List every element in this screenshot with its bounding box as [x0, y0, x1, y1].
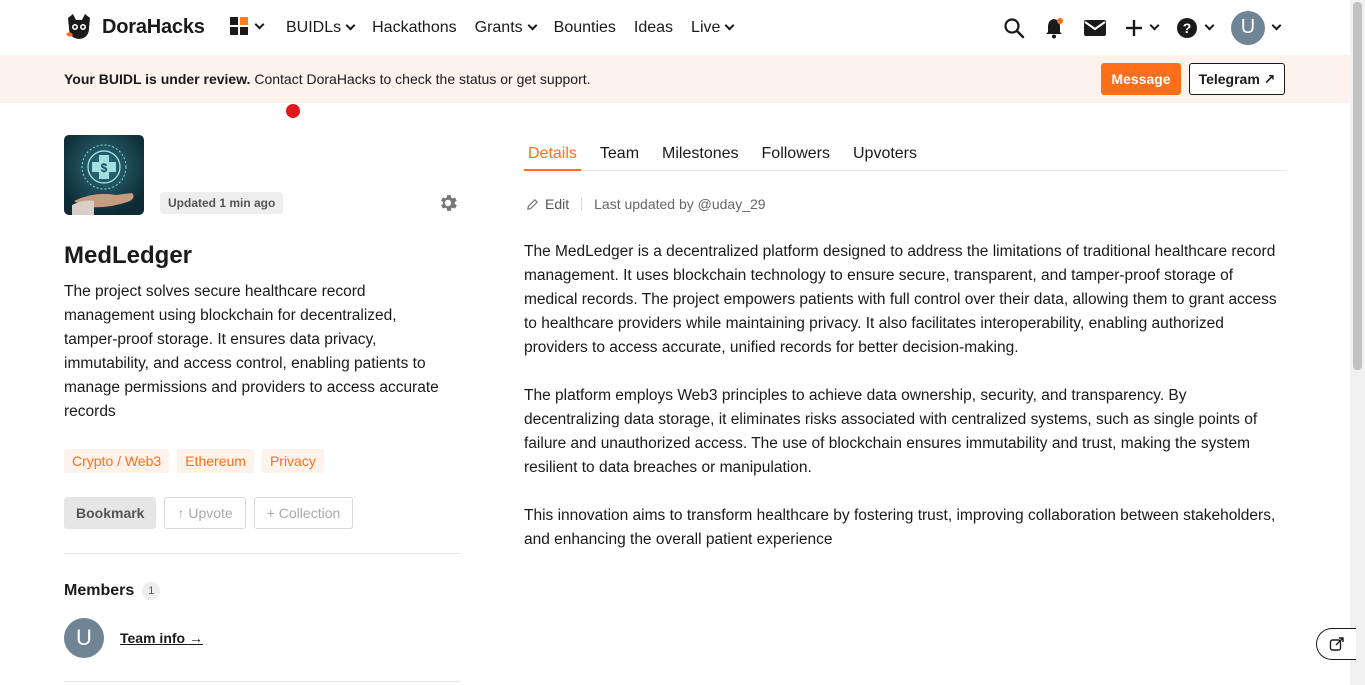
nav-link-label: Ideas: [633, 18, 674, 36]
tab-milestones[interactable]: Milestones: [658, 135, 742, 171]
dorahacks-logo[interactable]: DoraHacks: [64, 12, 205, 42]
project-logo-icon: $: [64, 135, 144, 215]
tag-list: Crypto / Web3 Ethereum Privacy: [64, 449, 460, 473]
upvote-button[interactable]: ↑ Upvote: [164, 497, 246, 529]
edit-button[interactable]: Edit: [526, 196, 569, 212]
divider: [64, 681, 460, 682]
details-paragraph: The MedLedger is a decentralized platfor…: [524, 243, 1277, 356]
project-title: MedLedger: [64, 242, 193, 269]
nav-ideas[interactable]: Ideas: [634, 19, 673, 37]
gear-icon[interactable]: [437, 192, 459, 214]
banner-bold: Your BUIDL is under review.: [64, 71, 251, 87]
divider: [581, 197, 583, 211]
project-sidebar: $ Updated 1 min ago MedLedger The projec…: [64, 135, 460, 658]
tag-crypto-web3[interactable]: Crypto / Web3: [64, 449, 170, 473]
nav-buidls[interactable]: BUIDLs: [286, 18, 356, 37]
message-button[interactable]: Message: [1101, 63, 1181, 95]
edit-label: Edit: [545, 196, 570, 212]
banner-text: Your BUIDL is under review. Contact Dora…: [64, 71, 591, 87]
nav-actions: ? U: [1003, 0, 1282, 55]
review-banner: Your BUIDL is under review. Contact Dora…: [0, 55, 1350, 103]
nav-link-label: Bounties: [553, 18, 616, 36]
nav-grants[interactable]: Grants: [474, 18, 538, 37]
tag-privacy[interactable]: Privacy: [261, 449, 324, 473]
brand-name: DoraHacks: [102, 15, 205, 38]
help-menu-button[interactable]: ?: [1176, 17, 1215, 39]
chevron-down-icon: [254, 19, 265, 29]
tab-upvoters[interactable]: Upvoters: [849, 135, 921, 171]
notifications-button[interactable]: [1043, 17, 1065, 39]
project-image: $: [64, 135, 144, 215]
apps-menu-button[interactable]: [230, 17, 265, 35]
details-content: The MedLedger is a decentralized platfor…: [524, 240, 1286, 576]
details-paragraph: This innovation aims to transform health…: [524, 507, 1276, 548]
bookmark-button[interactable]: Bookmark: [64, 497, 157, 529]
messages-button[interactable]: [1083, 17, 1107, 39]
chevron-down-icon: [345, 20, 356, 31]
last-updated-text: Last updated by @uday_29: [594, 196, 766, 212]
divider: [64, 553, 460, 554]
details-paragraph: The platform employs Web3 principles to …: [524, 387, 1258, 476]
telegram-button[interactable]: Telegram ↗: [1189, 63, 1285, 95]
nav-bounties[interactable]: Bounties: [554, 19, 616, 37]
edit-row: Edit Last updated by @uday_29: [526, 196, 766, 212]
scrollbar-thumb[interactable]: [1353, 2, 1362, 370]
create-menu-button[interactable]: [1125, 19, 1160, 37]
project-tabs: Details Team Milestones Followers Upvote…: [524, 135, 1286, 171]
chevron-down-icon: [1204, 20, 1215, 31]
recording-indicator: [286, 104, 300, 118]
nav-link-label: Grants: [474, 18, 523, 36]
add-collection-button[interactable]: + Collection: [253, 497, 354, 529]
share-icon: [1329, 637, 1344, 651]
logo-mark-icon: [66, 14, 90, 39]
nav-link-label: BUIDLs: [286, 18, 342, 36]
tag-ethereum[interactable]: Ethereum: [177, 449, 254, 473]
share-button[interactable]: [1316, 628, 1356, 660]
nav-link-label: Hackathons: [372, 18, 457, 36]
help-icon: ?: [1177, 17, 1197, 38]
nav-links: BUIDLs Hackathons Grants Bounties Ideas …: [286, 0, 751, 55]
pencil-icon: [527, 198, 538, 210]
apps-grid-icon: [230, 17, 248, 35]
team-info-link[interactable]: Team info →: [120, 630, 203, 646]
project-description: The project solves secure healthcare rec…: [64, 283, 439, 420]
project-actions: Bookmark ↑ Upvote + Collection: [64, 497, 460, 529]
members-title: Members: [64, 582, 135, 599]
user-menu-button[interactable]: U: [1231, 10, 1282, 45]
chevron-down-icon: [724, 20, 735, 31]
user-avatar: U: [1231, 10, 1265, 45]
bell-icon: [1046, 17, 1063, 38]
updated-badge: Updated 1 min ago: [160, 192, 284, 214]
chevron-down-icon: [1149, 20, 1160, 31]
mail-icon: [1084, 19, 1106, 36]
search-button[interactable]: [1003, 17, 1025, 39]
nav-link-label: Live: [691, 18, 721, 36]
nav-hackathons[interactable]: Hackathons: [372, 19, 457, 37]
member-row: U Team info →: [64, 618, 460, 658]
chevron-down-icon: [1271, 20, 1282, 31]
search-icon: [1004, 17, 1025, 38]
member-avatar[interactable]: U: [64, 618, 104, 658]
tab-details[interactable]: Details: [524, 135, 581, 171]
nav-live[interactable]: Live: [691, 18, 735, 37]
top-navbar: DoraHacks BUIDLs Hackathons Grants Bount…: [0, 0, 1350, 55]
plus-icon: [1126, 19, 1142, 36]
svg-text:?: ?: [1183, 20, 1192, 36]
members-count: 1: [142, 582, 161, 600]
tab-followers[interactable]: Followers: [758, 135, 834, 171]
banner-message: Contact DoraHacks to check the status or…: [250, 71, 591, 87]
svg-text:$: $: [101, 161, 108, 175]
tab-team[interactable]: Team: [596, 135, 643, 171]
chevron-down-icon: [527, 20, 538, 31]
members-heading: Members 1: [64, 582, 460, 600]
page-scrollbar[interactable]: [1350, 0, 1365, 685]
